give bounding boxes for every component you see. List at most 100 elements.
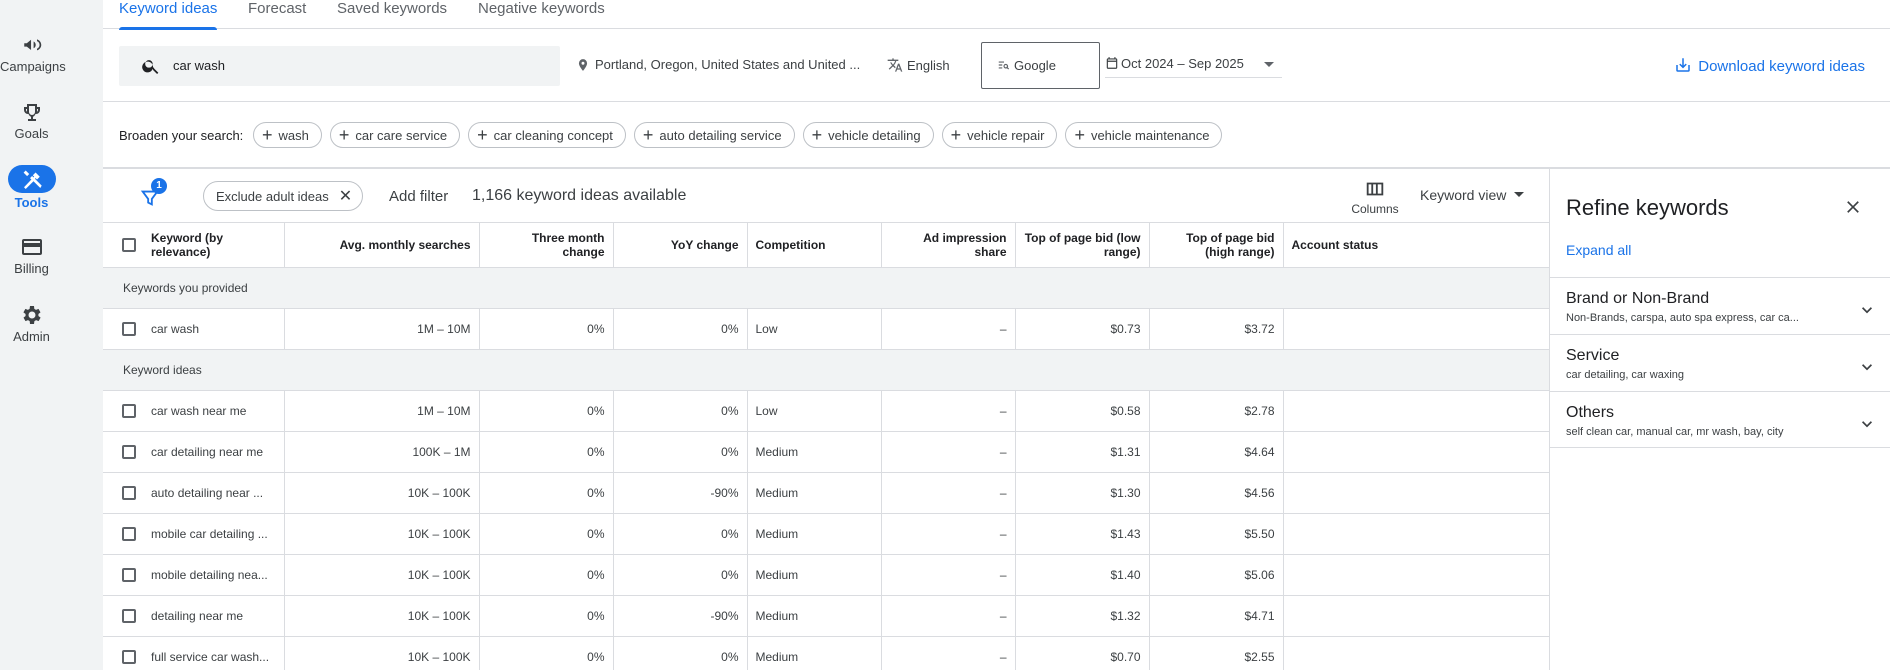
column-header-ad-impression-share[interactable]: Ad impression share bbox=[880, 222, 1015, 268]
nav-label: Billing bbox=[14, 261, 49, 276]
columns-icon bbox=[1366, 182, 1384, 196]
broaden-search-row: Broaden your search: + wash + car care ser… bbox=[103, 102, 1890, 168]
row-checkbox[interactable] bbox=[103, 308, 151, 350]
row-checkbox[interactable] bbox=[103, 431, 151, 473]
keyword-view-dropdown[interactable]: Keyword view bbox=[1420, 187, 1525, 203]
tab-forecast[interactable]: Forecast bbox=[248, 0, 306, 29]
column-header-three-month-change[interactable]: Three month change bbox=[478, 222, 613, 268]
row-checkbox[interactable] bbox=[103, 636, 151, 670]
table-row[interactable]: auto detailing near ... 10K – 100K 0% -90% M… bbox=[103, 472, 1549, 514]
cell-keyword: mobile car detailing ... bbox=[151, 513, 284, 555]
location-pin-icon bbox=[578, 59, 588, 71]
column-header-avg-searches[interactable]: Avg. monthly searches bbox=[283, 222, 479, 268]
section-subtitle: car detailing, car waxing bbox=[1566, 369, 1685, 381]
tab-negative-keywords[interactable]: Negative keywords bbox=[478, 0, 605, 29]
download-keyword-ideas-button[interactable]: Download keyword ideas bbox=[1674, 56, 1865, 75]
tab-saved-keywords[interactable]: Saved keywords bbox=[337, 0, 447, 29]
broaden-chip[interactable]: + vehicle repair bbox=[941, 122, 1058, 148]
cell-bid-high: $4.71 bbox=[1148, 595, 1283, 637]
column-header-bid-low[interactable]: Top of page bid (low range) bbox=[1014, 222, 1149, 268]
expand-all-link[interactable]: Expand all bbox=[1566, 242, 1631, 258]
refine-keywords-panel: Refine keywords Expand all Brand or Non-… bbox=[1549, 168, 1890, 670]
row-checkbox[interactable] bbox=[103, 513, 151, 555]
row-checkbox[interactable] bbox=[103, 554, 151, 596]
columns-label: Columns bbox=[1351, 202, 1399, 216]
network-selector[interactable]: Google bbox=[981, 42, 1100, 89]
row-checkbox[interactable] bbox=[103, 472, 151, 514]
chevron-down-icon bbox=[1862, 364, 1872, 371]
cell-bid-high: $5.50 bbox=[1148, 513, 1283, 555]
broaden-chip[interactable]: + wash bbox=[253, 122, 322, 148]
nav-goals[interactable]: Goals bbox=[0, 100, 63, 141]
group-label: Keyword ideas bbox=[103, 349, 1549, 391]
tab-keyword-ideas[interactable]: Keyword ideas bbox=[119, 0, 218, 30]
keyword-text: car wash bbox=[151, 322, 200, 336]
table-row[interactable]: car detailing near me 100K – 1M 0% 0% Medium… bbox=[103, 431, 1549, 473]
broaden-chip[interactable]: + auto detailing service bbox=[633, 122, 795, 148]
translate-icon bbox=[887, 58, 903, 72]
select-all-checkbox[interactable] bbox=[103, 222, 151, 268]
cell-yoy-change: -90% bbox=[612, 595, 747, 637]
column-header-keyword[interactable]: Keyword (by relevance) bbox=[151, 222, 284, 268]
broaden-chip[interactable]: + car cleaning concept bbox=[468, 122, 626, 148]
keyword-text: full service car wash... bbox=[151, 650, 270, 664]
cell-three-month-change: 0% bbox=[478, 513, 613, 555]
cell-ad-impression-share: – bbox=[880, 595, 1015, 637]
cell-bid-high: $5.06 bbox=[1148, 554, 1283, 596]
column-header-yoy-change[interactable]: YoY change bbox=[612, 222, 747, 268]
keyword-text: mobile car detailing ... bbox=[151, 527, 268, 541]
close-icon[interactable]: ✕ bbox=[339, 186, 352, 206]
table-row[interactable]: car wash 1M – 10M 0% 0% Low – $0.73 $3.7… bbox=[103, 308, 1549, 350]
nav-admin[interactable]: Admin bbox=[0, 303, 63, 344]
tools-icon bbox=[23, 170, 42, 189]
table-row[interactable]: mobile detailing nea... 10K – 100K 0% 0% Med… bbox=[103, 554, 1549, 596]
section-title: Service bbox=[1566, 347, 1620, 364]
cell-ad-impression-share: – bbox=[880, 636, 1015, 670]
refine-section-brand[interactable]: Brand or Non-Brand Non-Brands, carspa, a… bbox=[1550, 277, 1890, 334]
section-title: Brand or Non-Brand bbox=[1566, 290, 1710, 307]
cell-three-month-change: 0% bbox=[478, 554, 613, 596]
search-input[interactable]: car wash bbox=[119, 46, 560, 86]
nav-billing[interactable]: Billing bbox=[0, 235, 63, 276]
nav-tools[interactable]: Tools bbox=[0, 165, 63, 210]
chevron-down-icon bbox=[1862, 307, 1872, 314]
cell-yoy-change: 0% bbox=[612, 636, 747, 670]
table-row[interactable]: mobile car detailing ... 10K – 100K 0% 0% Me… bbox=[103, 513, 1549, 555]
cell-keyword: full service car wash... bbox=[151, 636, 284, 670]
add-filter-button[interactable]: Add filter bbox=[389, 188, 448, 205]
exclude-adult-ideas-chip[interactable]: Exclude adult ideas ✕ bbox=[203, 181, 364, 211]
cell-bid-high: $2.55 bbox=[1148, 636, 1283, 670]
cell-avg-searches: 1M – 10M bbox=[283, 308, 479, 350]
table-row[interactable]: full service car wash... 10K – 100K 0% 0% Me… bbox=[103, 636, 1549, 670]
table-row[interactable]: car wash near me 1M – 10M 0% 0% Low – $0.58 $2.… bbox=[103, 390, 1549, 432]
checkbox-icon bbox=[122, 609, 136, 624]
cell-competition: Medium bbox=[746, 554, 881, 596]
column-header-account-status[interactable]: Account status bbox=[1282, 222, 1549, 268]
cell-ad-impression-share: – bbox=[880, 513, 1015, 555]
chip-label: vehicle maintenance bbox=[1090, 127, 1210, 143]
broaden-chip[interactable]: + vehicle maintenance bbox=[1065, 122, 1223, 148]
cell-ad-impression-share: – bbox=[880, 472, 1015, 514]
column-header-bid-high[interactable]: Top of page bid (high range) bbox=[1148, 222, 1283, 268]
table-row[interactable]: detailing near me 10K – 100K 0% -90% Medium –… bbox=[103, 595, 1549, 637]
broaden-chip[interactable]: + car care service bbox=[329, 122, 461, 148]
cell-bid-high: $3.72 bbox=[1148, 308, 1283, 350]
credit-card-icon bbox=[21, 239, 42, 255]
close-icon[interactable] bbox=[1843, 197, 1863, 217]
refine-section-service[interactable]: Service car detailing, car waxing bbox=[1550, 334, 1890, 391]
cell-competition: Medium bbox=[746, 472, 881, 514]
nav-campaigns[interactable]: Campaigns bbox=[0, 33, 66, 74]
language-selector[interactable]: English bbox=[887, 57, 950, 73]
cell-competition: Low bbox=[746, 308, 881, 350]
row-checkbox[interactable] bbox=[103, 595, 151, 637]
columns-button[interactable]: Columns bbox=[1345, 178, 1405, 216]
location-selector[interactable]: Portland, Oregon, United States and Unit… bbox=[576, 57, 860, 72]
refine-section-others[interactable]: Others self clean car, manual car, mr wa… bbox=[1550, 391, 1890, 448]
date-range-selector[interactable]: Oct 2024 – Sep 2025 bbox=[1105, 56, 1282, 78]
chip-label: vehicle repair bbox=[967, 127, 1045, 143]
broaden-chip[interactable]: + vehicle detailing bbox=[802, 122, 934, 148]
cell-bid-low: $0.73 bbox=[1014, 308, 1149, 350]
column-header-competition[interactable]: Competition bbox=[746, 222, 881, 268]
row-checkbox[interactable] bbox=[103, 390, 151, 432]
cell-keyword: detailing near me bbox=[151, 595, 284, 637]
